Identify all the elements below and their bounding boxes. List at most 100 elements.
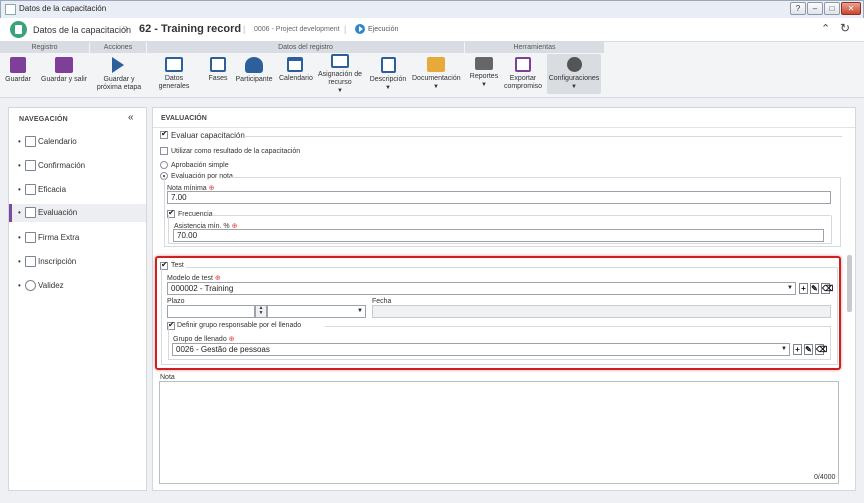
- ribbon-toolbar: Registro Acciones Datos del registro Her…: [0, 42, 864, 98]
- chevron-down-icon: ▼: [481, 82, 487, 88]
- chevron-down-icon: ▼: [571, 84, 577, 90]
- help-icon[interactable]: ?: [790, 2, 806, 15]
- nav-item-label: Validez: [38, 281, 64, 290]
- confirmation-icon: [25, 160, 36, 171]
- window-titlebar: Datos de la capacitación ? – □ ✕: [0, 0, 864, 18]
- participante-label: Participante: [235, 76, 273, 83]
- nav-title: NAVEGACIÓN: [19, 116, 68, 123]
- clock-icon: [25, 280, 36, 291]
- asignacion-recurso-button[interactable]: Asignación de recurso ▼: [316, 54, 364, 95]
- reportes-button[interactable]: Reportes ▼: [469, 54, 499, 89]
- participants-icon: [245, 57, 263, 73]
- nav-item-firma-extra[interactable]: • Firma Extra: [9, 229, 146, 247]
- participante-button[interactable]: Participante: [235, 54, 273, 84]
- save-exit-icon: [55, 57, 73, 73]
- reportes-label: Reportes: [469, 73, 499, 80]
- calendario-label: Calendario: [279, 75, 313, 82]
- collapse-sidebar-icon[interactable]: «: [128, 112, 134, 123]
- nota-char-counter: 0/4000: [814, 474, 836, 481]
- descripcion-label: Descripción: [369, 76, 407, 83]
- module-title: Datos de la capacitación: [33, 25, 132, 35]
- fases-button[interactable]: Fases: [206, 54, 230, 83]
- nota-label: Nota: [160, 374, 175, 381]
- execution-status-icon: [355, 24, 365, 34]
- next-step-icon: [112, 57, 124, 73]
- close-button[interactable]: ✕: [841, 2, 861, 15]
- calendario-button[interactable]: Calendario: [279, 54, 313, 83]
- status-label: Ejecución: [368, 26, 399, 33]
- collapse-up-icon[interactable]: ⌃: [821, 22, 830, 35]
- save-icon: [10, 57, 26, 73]
- project-label: 0006 - Project development: [254, 26, 340, 33]
- app-icon: [5, 4, 16, 15]
- nav-item-label: Firma Extra: [38, 233, 80, 242]
- guardar-proxima-button[interactable]: Guardar y próxima etapa: [96, 54, 142, 92]
- documentation-folder-icon: [427, 57, 445, 72]
- aprobacion-simple-radio[interactable]: [160, 161, 168, 169]
- group-registro: Registro: [0, 42, 90, 53]
- nav-item-evaluacion[interactable]: • Evaluación: [9, 204, 146, 222]
- general-data-icon: [165, 57, 183, 72]
- enrollment-icon: [25, 256, 36, 267]
- nav-item-label: Confirmación: [38, 161, 86, 170]
- exportar-compromiso-button[interactable]: Exportar compromiso: [503, 54, 543, 91]
- utilizar-resultado-checkbox[interactable]: [160, 147, 168, 155]
- export-icon: [515, 57, 531, 72]
- record-header: Datos de la capacitación › 62 - Training…: [0, 18, 864, 42]
- record-title: 62 - Training record: [139, 23, 242, 35]
- signature-icon: [25, 232, 36, 243]
- guardar-proxima-label-1: Guardar y: [103, 76, 135, 83]
- utilizar-resultado-label: Utilizar como resultado de la capacitaci…: [171, 148, 301, 155]
- evaluation-icon: [25, 207, 36, 218]
- maximize-button[interactable]: □: [824, 2, 840, 15]
- nav-item-label: Eficacia: [38, 185, 67, 194]
- exportar-label-2: compromiso: [503, 83, 543, 90]
- evaluar-capacitacion-label: Evaluar capacitación: [171, 131, 245, 140]
- refresh-icon[interactable]: ↻: [840, 21, 850, 35]
- nota-minima-input[interactable]: 7.00: [167, 191, 831, 204]
- header-divider: |: [243, 24, 246, 34]
- header-divider: |: [344, 24, 347, 34]
- nav-item-label: Evaluación: [38, 208, 78, 217]
- main-scrollbar[interactable]: [847, 255, 852, 312]
- nav-item-validez[interactable]: • Validez: [9, 277, 146, 295]
- printer-icon: [475, 57, 493, 70]
- minimize-button[interactable]: –: [807, 2, 823, 15]
- datos-generales-button[interactable]: Datos generales: [150, 54, 198, 91]
- training-app-icon: [10, 21, 27, 38]
- configuraciones-button[interactable]: Configuraciones ▼: [547, 54, 601, 94]
- chevron-down-icon: ▼: [433, 84, 439, 90]
- panel-title: EVALUACIÓN: [161, 115, 207, 122]
- guardar-button[interactable]: Guardar: [5, 54, 31, 84]
- nota-textarea[interactable]: [159, 381, 839, 484]
- group-datos-registro: Datos del registro: [147, 42, 465, 53]
- guardar-salir-button[interactable]: Guardar y salir: [40, 54, 88, 84]
- nav-item-inscripcion[interactable]: • Inscripción: [9, 253, 146, 271]
- descripcion-button[interactable]: Descripción ▼: [368, 54, 408, 92]
- documentacion-button[interactable]: Documentación ▼: [412, 54, 461, 91]
- group-acciones: Acciones: [90, 42, 147, 53]
- guardar-label: Guardar: [5, 76, 31, 83]
- chevron-down-icon: ▼: [385, 85, 391, 91]
- aprobacion-simple-label: Aprobación simple: [171, 162, 229, 169]
- guardar-proxima-label-2: próxima etapa: [96, 84, 142, 91]
- documentacion-label: Documentación: [412, 75, 461, 82]
- description-icon: [380, 57, 396, 73]
- evaluar-capacitacion-checkbox[interactable]: [160, 129, 168, 139]
- navigation-sidebar: NAVEGACIÓN « • Calendario • Confirmación…: [8, 107, 147, 491]
- window-title: Datos de la capacitación: [19, 4, 107, 13]
- highlight-box: [155, 256, 841, 370]
- nav-item-eficacia[interactable]: • Eficacia: [9, 181, 146, 199]
- asignacion-label-1: Asignación de: [318, 71, 362, 78]
- phases-icon: [210, 57, 226, 72]
- asistencia-input[interactable]: 70.00: [173, 229, 824, 242]
- nav-item-label: Calendario: [38, 137, 77, 146]
- exportar-label-1: Exportar: [509, 75, 537, 82]
- nav-item-confirmacion[interactable]: • Confirmación: [9, 157, 146, 175]
- chevron-down-icon: ▼: [337, 88, 343, 94]
- guardar-salir-label: Guardar y salir: [41, 76, 87, 83]
- calendar-icon: [287, 57, 303, 72]
- group-herramientas: Herramientas: [465, 42, 605, 53]
- resource-assignment-icon: [331, 54, 349, 68]
- nav-item-calendario[interactable]: • Calendario: [9, 133, 146, 151]
